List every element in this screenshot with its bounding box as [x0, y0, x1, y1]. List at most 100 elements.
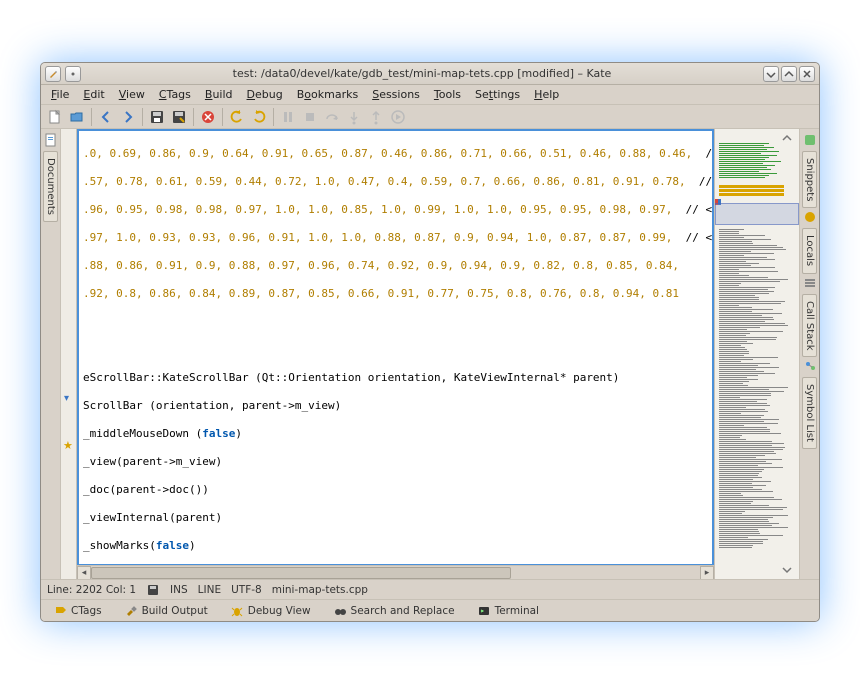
debug-continue-button[interactable] [388, 107, 408, 127]
menu-file[interactable]: FFileile [45, 86, 75, 103]
back-button[interactable] [96, 107, 116, 127]
scroll-down-icon[interactable] [780, 563, 794, 577]
debug-step-button[interactable] [322, 107, 342, 127]
status-eol[interactable]: LINE [198, 584, 221, 596]
menu-settings[interactable]: Settings [469, 86, 526, 103]
pin-icon [68, 69, 78, 79]
forward-button[interactable] [118, 107, 138, 127]
scroll-thumb[interactable] [91, 567, 511, 579]
tab-build-output[interactable]: Build Output [118, 602, 214, 620]
menu-tools[interactable]: Tools [428, 86, 467, 103]
statusbar: Line: 2202 Col: 1 INS LINE UTF-8 mini-ma… [41, 579, 819, 599]
horizontal-scrollbar[interactable]: ◂ ▸ [77, 565, 714, 579]
debug-step-into-button[interactable] [344, 107, 364, 127]
continue-icon [390, 109, 406, 125]
step-over-icon [324, 109, 340, 125]
status-ins[interactable]: INS [170, 584, 188, 596]
debug-pause-button[interactable] [278, 107, 298, 127]
symbol-list-icon [803, 359, 817, 373]
debug-step-out-button[interactable] [366, 107, 386, 127]
scroll-left-button[interactable]: ◂ [77, 566, 91, 580]
save-button[interactable] [147, 107, 167, 127]
titlebar: test: /data0/devel/kate/gdb_test/mini-ma… [41, 63, 819, 85]
app-menu-button[interactable] [45, 66, 61, 82]
documents-icon [44, 133, 58, 147]
editor-gutter[interactable]: ▾ ★ [61, 129, 77, 579]
scroll-up-icon[interactable] [780, 131, 794, 145]
tab-terminal[interactable]: Terminal [471, 602, 545, 620]
cursor-position: Line: 2202 Col: 1 [47, 584, 136, 596]
arrow-left-icon [98, 109, 114, 125]
menu-help[interactable]: Help [528, 86, 565, 103]
menu-build[interactable]: Build [199, 86, 239, 103]
status-filename: mini-map-tets.cpp [272, 584, 368, 596]
bottom-panel: CTags Build Output Debug View Search and… [41, 599, 819, 621]
undo-icon [229, 109, 245, 125]
stop-icon [302, 109, 318, 125]
toolbar-separator [91, 108, 92, 126]
terminal-icon [477, 604, 491, 618]
save-as-button[interactable] [169, 107, 189, 127]
tab-locals[interactable]: Locals [802, 228, 817, 273]
tab-symbol-list[interactable]: Symbol List [802, 377, 817, 449]
step-out-icon [368, 109, 384, 125]
right-sidebar: Snippets Locals Call Stack Symbol List [799, 129, 819, 579]
menu-bookmarks[interactable]: Bookmarks [291, 86, 364, 103]
menu-sessions[interactable]: Sessions [366, 86, 426, 103]
minimize-icon [766, 69, 776, 79]
close-doc-icon [200, 109, 216, 125]
maximize-button[interactable] [781, 66, 797, 82]
menu-edit[interactable]: Edit [77, 86, 110, 103]
tab-debug-view[interactable]: Debug View [224, 602, 317, 620]
toolbar-separator [222, 108, 223, 126]
menu-view[interactable]: View [113, 86, 151, 103]
sticky-button[interactable] [65, 66, 81, 82]
floppy-small-icon [146, 583, 160, 597]
close-doc-button[interactable] [198, 107, 218, 127]
tab-callstack[interactable]: Call Stack [802, 294, 817, 358]
redo-icon [251, 109, 267, 125]
scroll-track[interactable] [511, 566, 700, 579]
tab-snippets[interactable]: Snippets [802, 151, 817, 208]
fold-marker[interactable]: ▾ [64, 393, 74, 403]
binoculars-icon [333, 604, 347, 618]
toolbar-separator [193, 108, 194, 126]
minimize-button[interactable] [763, 66, 779, 82]
floppy-icon [149, 109, 165, 125]
callstack-icon [803, 276, 817, 290]
snippets-icon [803, 133, 817, 147]
hammer-icon [124, 604, 138, 618]
minimap[interactable] [714, 129, 799, 579]
status-encoding[interactable]: UTF-8 [231, 584, 262, 596]
menu-debug[interactable]: Debug [241, 86, 289, 103]
bookmark-icon[interactable]: ★ [63, 439, 73, 452]
toolbar-separator [273, 108, 274, 126]
tab-ctags[interactable]: CTags [47, 602, 108, 620]
window-title: test: /data0/devel/kate/gdb_test/mini-ma… [81, 67, 763, 80]
close-icon [802, 69, 812, 79]
arrow-right-icon [120, 109, 136, 125]
close-button[interactable] [799, 66, 815, 82]
bug-icon [230, 604, 244, 618]
folder-open-icon [69, 109, 85, 125]
kate-window: test: /data0/devel/kate/gdb_test/mini-ma… [40, 62, 820, 622]
new-file-icon [47, 109, 63, 125]
tab-search-replace[interactable]: Search and Replace [327, 602, 461, 620]
minimap-viewport[interactable] [715, 203, 799, 225]
menu-ctags[interactable]: CTags [153, 86, 197, 103]
redo-button[interactable] [249, 107, 269, 127]
code-editor[interactable]: .0, 0.69, 0.86, 0.9, 0.64, 0.91, 0.65, 0… [77, 129, 714, 565]
pause-icon [280, 109, 296, 125]
floppy-pencil-icon [171, 109, 187, 125]
tab-documents[interactable]: Documents [43, 151, 58, 222]
new-doc-button[interactable] [45, 107, 65, 127]
toolbar [41, 105, 819, 129]
scroll-right-button[interactable]: ▸ [700, 566, 714, 580]
undo-button[interactable] [227, 107, 247, 127]
open-button[interactable] [67, 107, 87, 127]
ctags-icon [53, 604, 67, 618]
debug-stop-button[interactable] [300, 107, 320, 127]
pencil-icon [48, 69, 58, 79]
toolbar-separator [142, 108, 143, 126]
left-sidebar: Documents [41, 129, 61, 579]
